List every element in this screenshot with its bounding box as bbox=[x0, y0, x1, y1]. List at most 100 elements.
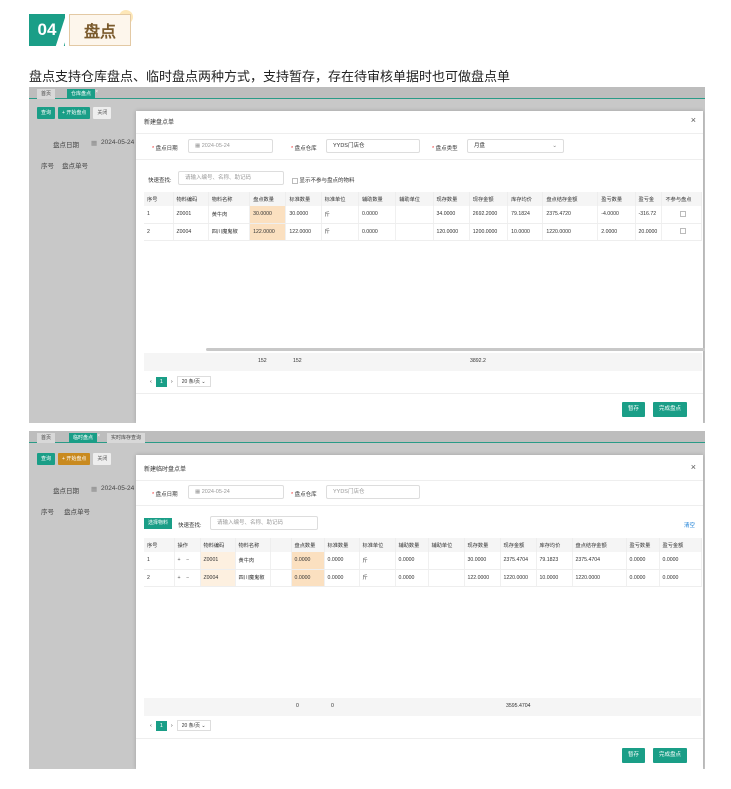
tab-bar: 首页 临时盘点 × 实时库存查询 bbox=[29, 431, 705, 443]
tab-warehouse-inventory[interactable]: 仓库盘点 × bbox=[67, 87, 98, 99]
calendar-icon: ▦ bbox=[195, 143, 202, 149]
tab-home[interactable]: 首页 bbox=[37, 89, 56, 99]
show-excluded-checkbox[interactable]: 显示不参与盘点的物料 bbox=[292, 176, 355, 184]
date-field[interactable]: ▦ 2024-05-24 bbox=[188, 485, 284, 499]
pagination: ‹ 1 › 20 条/页 ⌄ bbox=[150, 376, 211, 387]
cell bbox=[395, 206, 434, 224]
cell: 斤 bbox=[321, 223, 359, 241]
type-select[interactable]: 月盘 ⌄ bbox=[467, 139, 564, 153]
inventory-table: 序号 操作 物料编码 物料名称 盘点数量 标准数量 标准单位 辅助数量 辅助单位… bbox=[144, 538, 702, 587]
col-header: 标准单位 bbox=[359, 538, 396, 552]
tab-label: 仓库盘点 bbox=[71, 91, 92, 97]
next-page-icon[interactable]: › bbox=[171, 723, 173, 729]
cell: 2 bbox=[144, 223, 174, 241]
table-row: 2 Z0004 四川魔鬼椒 122.0000 122.0000 斤 0.0000… bbox=[144, 223, 702, 241]
cell: 30.0000 bbox=[285, 206, 322, 224]
warehouse-field[interactable]: YYDS门店仓 bbox=[326, 139, 420, 153]
col-header: 现存金额 bbox=[469, 192, 509, 206]
inventory-table: 序号 物料编码 物料名称 盘点数量 标准数量 标准单位 辅助数量 辅助单位 现存… bbox=[144, 192, 702, 241]
date-field[interactable]: ▦ 2024-05-24 bbox=[188, 139, 273, 153]
col-header: 现存数量 bbox=[464, 538, 501, 552]
clear-link[interactable]: 清空 bbox=[684, 521, 695, 529]
page-size-select[interactable]: 20 条/页 ⌄ bbox=[176, 720, 211, 731]
cell: Z0004 bbox=[200, 569, 236, 587]
bg-date-label: 盘点日期 bbox=[53, 142, 79, 149]
cell: 1220.0000 bbox=[572, 569, 627, 587]
close-icon[interactable]: × bbox=[691, 115, 696, 125]
search-input[interactable]: 请输入编号、名称、助记码 bbox=[210, 516, 318, 530]
cell: 2375.4720 bbox=[542, 206, 599, 224]
search-input[interactable]: 请输入编号、名称、助记码 bbox=[178, 171, 284, 185]
col-header bbox=[270, 538, 292, 552]
calendar-icon: ▦ bbox=[91, 140, 98, 147]
finish-inventory-button[interactable]: 完成盘点 bbox=[653, 402, 688, 417]
pagination: ‹ 1 › 20 条/页 ⌄ bbox=[150, 720, 211, 731]
cell: 79.1824 bbox=[507, 206, 544, 224]
close-button[interactable]: 关闭 bbox=[93, 107, 112, 119]
exclude-checkbox[interactable] bbox=[661, 223, 702, 241]
col-header: 盘点结存金额 bbox=[572, 538, 627, 552]
start-inventory-button[interactable]: + 开始盘点 bbox=[58, 453, 91, 465]
cell: 0.0000 bbox=[395, 552, 429, 570]
close-icon[interactable]: × bbox=[95, 87, 98, 97]
count-input-cell[interactable]: 0.0000 bbox=[291, 552, 325, 570]
cell: 斤 bbox=[359, 569, 396, 587]
tab-temp-inventory[interactable]: 临时盘点 × bbox=[69, 431, 100, 443]
close-icon[interactable]: × bbox=[691, 462, 696, 472]
cell: 0.0000 bbox=[324, 569, 360, 587]
col-header: 辅助单位 bbox=[395, 192, 434, 206]
select-material-button[interactable]: 选择物料 bbox=[144, 518, 173, 529]
query-button[interactable]: 查询 bbox=[37, 453, 56, 465]
exclude-checkbox[interactable] bbox=[661, 206, 702, 224]
col-header: 辅助单位 bbox=[428, 538, 465, 552]
cell: Z0001 bbox=[200, 552, 236, 570]
new-inventory-modal: 新建盘点单 × * 盘点日期 ▦ 2024-05-24 * 盘点仓库 YYDS门… bbox=[136, 111, 705, 423]
divider bbox=[136, 393, 703, 394]
page-size-select[interactable]: 20 条/页 ⌄ bbox=[176, 376, 211, 387]
tab-realtime-stock[interactable]: 实时库存查询 bbox=[107, 433, 146, 443]
count-input-cell[interactable]: 122.0000 bbox=[249, 223, 287, 241]
modal-title: 新建盘点单 bbox=[144, 120, 175, 126]
row-add-remove-controls[interactable]: + − bbox=[174, 569, 201, 587]
toolbar: 查询 + 开始盘点 关闭 bbox=[37, 453, 112, 465]
cell: 10.0000 bbox=[507, 223, 544, 241]
tab-bar: 首页 仓库盘点 × bbox=[29, 87, 705, 99]
bg-col-index: 序号 bbox=[41, 509, 54, 516]
col-header: 操作 bbox=[174, 538, 201, 552]
count-input-cell[interactable]: 0.0000 bbox=[291, 569, 325, 587]
cell: 0.0000 bbox=[324, 552, 360, 570]
col-header: 辅助数量 bbox=[358, 192, 397, 206]
cell: 1 bbox=[144, 206, 174, 224]
finish-inventory-button[interactable]: 完成盘点 bbox=[653, 748, 688, 763]
checkbox-box[interactable] bbox=[292, 177, 298, 184]
cell: -4.0000 bbox=[597, 206, 636, 224]
save-draft-button[interactable]: 暂存 bbox=[622, 748, 646, 763]
close-icon[interactable]: × bbox=[97, 431, 100, 441]
start-inventory-button[interactable]: + 开始盘点 bbox=[58, 107, 91, 119]
row-add-remove-controls[interactable]: + − bbox=[174, 552, 201, 570]
prev-page-icon[interactable]: ‹ bbox=[150, 723, 152, 729]
total-std: 152 bbox=[293, 358, 302, 364]
save-draft-button[interactable]: 暂存 bbox=[622, 402, 646, 417]
col-header: 盈亏数量 bbox=[626, 538, 660, 552]
bg-col-index: 序号 bbox=[41, 163, 54, 170]
bg-col-order-no: 盘点单号 bbox=[64, 509, 90, 516]
total-amount: 3595.4704 bbox=[506, 703, 531, 709]
query-button[interactable]: 查询 bbox=[37, 107, 56, 119]
warehouse-label: * 盘点仓库 bbox=[291, 492, 317, 498]
page-number[interactable]: 1 bbox=[155, 720, 167, 731]
close-button[interactable]: 关闭 bbox=[93, 453, 112, 465]
screenshot-warehouse-inventory: 首页 仓库盘点 × 查询 + 开始盘点 关闭 盘点日期 ▦ 2024-05-24 … bbox=[29, 87, 705, 423]
page-number[interactable]: 1 bbox=[155, 376, 167, 387]
date-label: * 盘点日期 bbox=[152, 146, 178, 152]
col-header: 盈亏金 bbox=[635, 192, 663, 206]
tab-home[interactable]: 首页 bbox=[37, 433, 56, 443]
next-page-icon[interactable]: › bbox=[171, 379, 173, 385]
prev-page-icon[interactable]: ‹ bbox=[150, 379, 152, 385]
bg-col-order-no: 盘点单号 bbox=[62, 163, 88, 170]
cell: 1220.0000 bbox=[542, 223, 599, 241]
bg-date-value: 2024-05-24 bbox=[101, 139, 135, 146]
horizontal-scrollbar[interactable] bbox=[206, 348, 705, 351]
count-input-cell[interactable]: 30.0000 bbox=[249, 206, 287, 224]
table-row: 2 + − Z0004 四川魔鬼椒 0.0000 0.0000 斤 0.0000… bbox=[144, 569, 702, 587]
